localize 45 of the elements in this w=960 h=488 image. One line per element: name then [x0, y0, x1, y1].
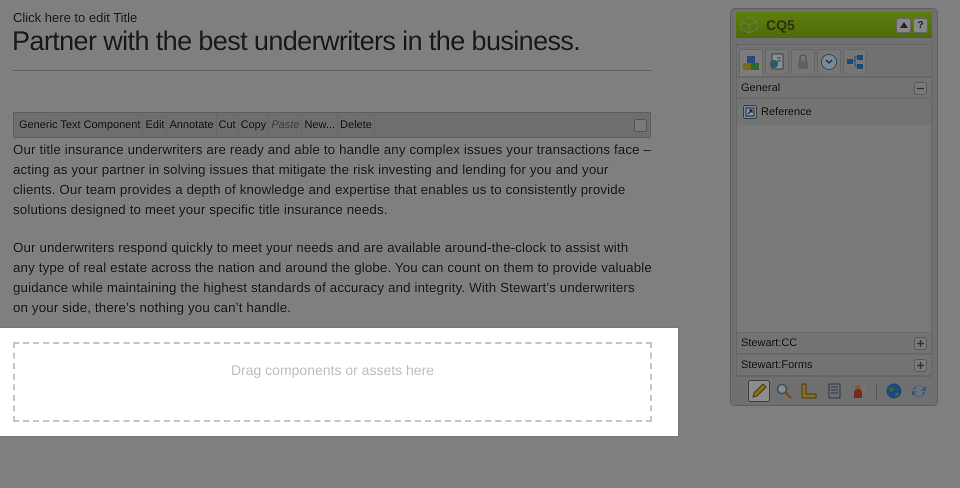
collapse-icon[interactable] [914, 82, 927, 94]
collapse-button[interactable] [896, 18, 911, 32]
section-label: General [741, 82, 782, 94]
flow-icon [846, 52, 864, 70]
up-arrow-icon [900, 22, 908, 28]
ruler-icon [800, 382, 818, 400]
section-header[interactable]: Stewart:CC [737, 332, 931, 354]
section-label: Stewart:CC [741, 337, 798, 349]
globe-icon [885, 382, 903, 400]
page-icon [768, 52, 786, 70]
sidekick-tab[interactable] [843, 49, 867, 73]
section-header[interactable]: Stewart:Forms [737, 354, 931, 376]
body-paragraph: Our title insurance underwriters are ready and able to handle any complex issues your transactions face – acting as your partner in solving issues that mitigate the risk investing and lending for you and your clients. Our team provides a depth of knowledge and expertise that enables us to consistently provide solutions designed to meet your specific title insurance needs. [13, 141, 652, 219]
section-label: Stewart:Forms [741, 359, 814, 371]
toolbar-button[interactable]: Cut [216, 115, 239, 135]
refresh-icon [910, 382, 928, 400]
search-icon [775, 382, 793, 400]
component-item[interactable]: Reference [737, 99, 931, 125]
expand-icon[interactable] [914, 336, 927, 350]
sidekick-tab[interactable] [817, 49, 841, 73]
sidekick-tab[interactable] [791, 49, 815, 73]
toolbar-button[interactable]: Generic Text Component [17, 115, 144, 135]
page-heading: Partner with the best underwriters in the business. [12, 25, 580, 57]
section-header[interactable]: General [737, 77, 931, 99]
toolbar-button[interactable]: Delete [338, 115, 375, 135]
toolbar-button[interactable]: Copy [238, 115, 270, 135]
sidekick-tab[interactable] [739, 49, 763, 76]
reference-icon [743, 105, 757, 119]
sidekick-title: CQ5 [766, 17, 796, 33]
title-edit-hint[interactable]: Click here to edit Title [13, 10, 138, 25]
toolbar-button[interactable]: Edit [143, 115, 168, 135]
toolbar-button[interactable]: Annotate [167, 115, 216, 135]
blocks-icon [742, 54, 760, 72]
component-label: Reference [761, 106, 812, 118]
expand-icon[interactable] [914, 358, 927, 372]
checkbox[interactable] [634, 118, 647, 132]
toolbar-button[interactable]: New... [302, 115, 338, 135]
tool-button[interactable] [748, 380, 770, 402]
clock-icon [820, 52, 838, 70]
help-button[interactable]: ? [913, 18, 928, 32]
cube-icon [740, 16, 758, 34]
pencil-icon [750, 382, 768, 400]
body-paragraph: Our underwriters respond quickly to meet your needs and are available around-the-clock to assist with any type of real estate across the nation and around the globe. You can count on them to provide valuable guidance while maintaining the highest standards of accuracy and integrity. With Stewart’s underwriters on your side, there’s nothing you can’t handle. [13, 239, 653, 317]
drop-zone-hint: Drag components or assets here [230, 362, 434, 378]
sidekick-tab[interactable] [765, 49, 789, 73]
